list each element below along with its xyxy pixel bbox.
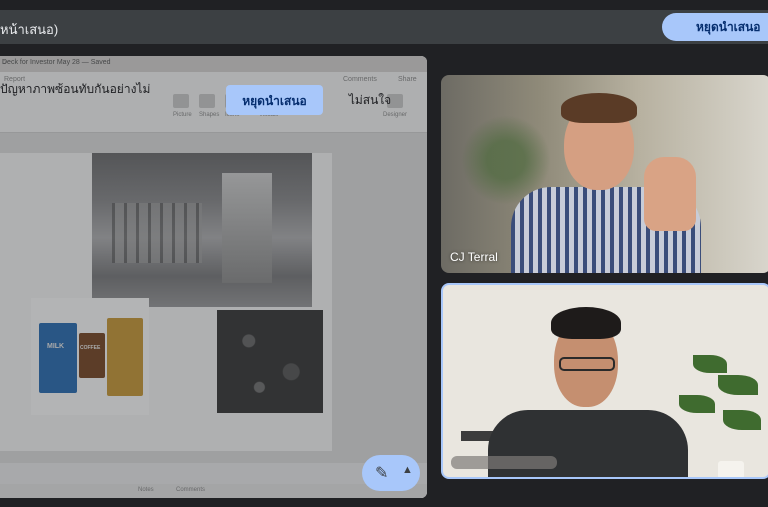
- thumbs-up-hand: [644, 157, 696, 231]
- plant-leaf: [723, 410, 761, 430]
- shared-screen: Deck for Investor May 28 — Saved ○ Repor…: [0, 56, 427, 498]
- presenting-banner: หน้าเสนอ) หยุดนำเสนอ: [0, 10, 768, 44]
- participant-hair: [551, 307, 621, 339]
- annotate-button[interactable]: ✎ ▲: [362, 455, 420, 491]
- pen-scribble-icon: ✎: [375, 465, 389, 482]
- plant-leaf: [679, 395, 715, 413]
- presenting-banner-text: หน้าเสนอ): [0, 22, 59, 37]
- participant-tile[interactable]: CJ Terral: [441, 75, 768, 273]
- participant-hair: [561, 93, 637, 123]
- plant-pot: [718, 461, 744, 477]
- participant-name: CJ Terral: [450, 250, 498, 264]
- glasses-icon: [559, 357, 615, 371]
- participant-name-blurred: [451, 456, 557, 469]
- plant-leaf: [693, 355, 727, 373]
- dismiss-button[interactable]: ไม่สนใจ: [345, 85, 395, 115]
- participant-tile-active[interactable]: [441, 283, 768, 479]
- overlay-stop-presenting-button[interactable]: หยุดนำเสนอ: [226, 85, 323, 115]
- plant-leaf: [718, 375, 758, 395]
- chevron-up-icon: ▲: [402, 464, 413, 476]
- overlap-warning-text: ปัญหาภาพซ้อนทับกันอย่างไม่: [0, 82, 151, 96]
- stop-presenting-button[interactable]: หยุดนำเสนอ: [662, 13, 768, 41]
- share-dim-overlay: [0, 56, 427, 498]
